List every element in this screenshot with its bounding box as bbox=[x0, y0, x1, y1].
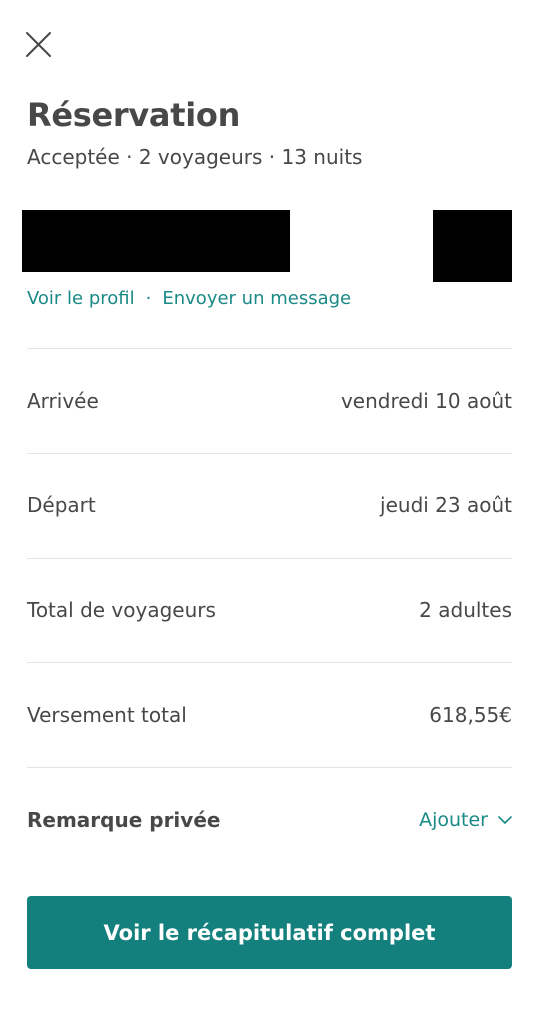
send-message-link[interactable]: Envoyer un message bbox=[162, 288, 351, 309]
view-full-summary-button[interactable]: Voir le récapitulatif complet bbox=[27, 896, 512, 969]
reservation-summary: Acceptée · 2 voyageurs · 13 nuits bbox=[27, 145, 363, 169]
divider bbox=[27, 767, 512, 768]
guests-label: Total de voyageurs bbox=[27, 598, 216, 622]
divider bbox=[27, 453, 512, 454]
departure-value: jeudi 23 août bbox=[380, 493, 512, 517]
page-title: Réservation bbox=[27, 96, 241, 134]
close-button[interactable] bbox=[24, 30, 54, 60]
arrival-value: vendredi 10 août bbox=[340, 389, 512, 413]
view-profile-link[interactable]: Voir le profil bbox=[27, 288, 135, 309]
guests-value: 2 adultes bbox=[419, 598, 512, 622]
divider bbox=[27, 558, 512, 559]
payout-label: Versement total bbox=[27, 703, 187, 727]
detail-row-departure: Départ jeudi 23 août bbox=[27, 490, 512, 520]
detail-row-arrival: Arrivée vendredi 10 août bbox=[27, 386, 512, 416]
add-note-label: Ajouter bbox=[419, 809, 488, 831]
departure-label: Départ bbox=[27, 493, 96, 517]
guest-links: Voir le profil · Envoyer un message bbox=[27, 288, 351, 309]
chevron-down-icon bbox=[498, 815, 512, 824]
redacted-guest-name bbox=[22, 210, 290, 272]
private-note-label: Remarque privée bbox=[27, 808, 221, 832]
close-icon bbox=[26, 32, 51, 57]
payout-value: 618,55€ bbox=[429, 703, 512, 727]
redacted-guest-avatar[interactable] bbox=[433, 210, 512, 282]
detail-row-payout: Versement total 618,55€ bbox=[27, 700, 512, 730]
detail-row-guests: Total de voyageurs 2 adultes bbox=[27, 595, 512, 625]
link-separator: · bbox=[145, 288, 152, 309]
arrival-label: Arrivée bbox=[27, 389, 99, 413]
private-note-row: Remarque privée Ajouter bbox=[27, 805, 512, 835]
add-note-button[interactable]: Ajouter bbox=[419, 809, 512, 831]
divider bbox=[27, 662, 512, 663]
divider bbox=[27, 348, 512, 349]
